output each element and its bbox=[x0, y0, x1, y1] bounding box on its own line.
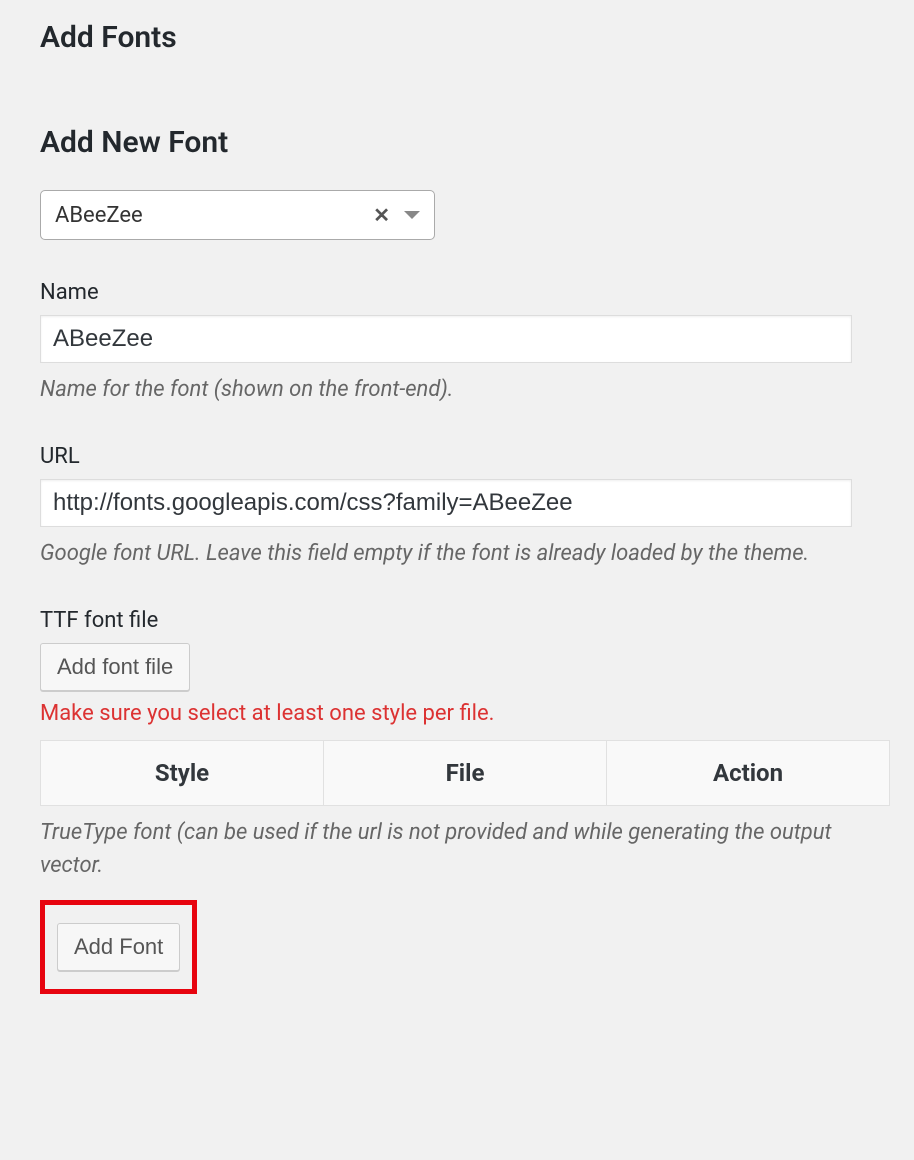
section-title: Add New Font bbox=[40, 125, 874, 160]
font-select-value: ABeeZee bbox=[55, 203, 373, 228]
name-label: Name bbox=[40, 280, 874, 305]
add-font-button[interactable]: Add Font bbox=[57, 923, 180, 971]
name-description: Name for the font (shown on the front-en… bbox=[40, 373, 874, 406]
url-input[interactable] bbox=[40, 479, 852, 527]
url-description: Google font URL. Leave this field empty … bbox=[40, 537, 874, 570]
ttf-file-table: Style File Action bbox=[40, 740, 890, 806]
chevron-down-icon bbox=[404, 211, 420, 219]
ttf-error: Make sure you select at least one style … bbox=[40, 701, 874, 726]
table-header-action: Action bbox=[607, 741, 890, 806]
highlight-annotation: Add Font bbox=[40, 900, 197, 994]
table-header-style: Style bbox=[41, 741, 324, 806]
table-header-file: File bbox=[324, 741, 607, 806]
ttf-description: TrueType font (can be used if the url is… bbox=[40, 816, 874, 882]
page-title: Add Fonts bbox=[40, 20, 874, 55]
add-font-file-button[interactable]: Add font file bbox=[40, 643, 190, 691]
url-label: URL bbox=[40, 444, 874, 469]
clear-icon[interactable]: ✕ bbox=[373, 203, 390, 227]
name-input[interactable] bbox=[40, 315, 852, 363]
ttf-label: TTF font file bbox=[40, 608, 874, 633]
font-select[interactable]: ABeeZee ✕ bbox=[40, 190, 435, 240]
